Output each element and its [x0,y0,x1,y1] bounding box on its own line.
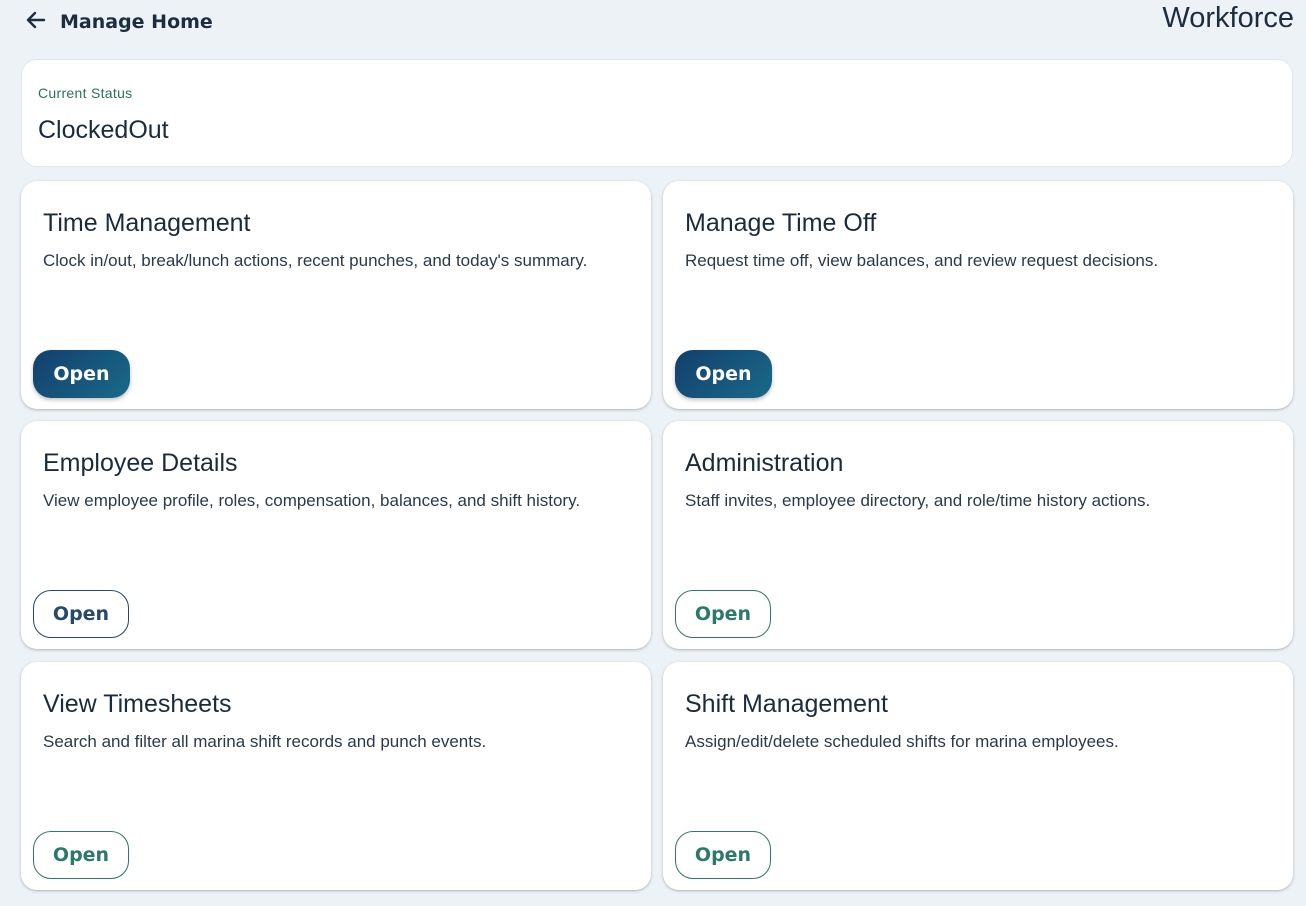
card-description: Staff invites, employee directory, and r… [685,491,1151,510]
back-label: Manage Home [60,11,213,33]
card-title: Time Management [43,209,251,237]
open-employee-details-button[interactable]: Open [33,590,129,638]
card-title: Administration [685,449,844,477]
card-shift-management: Shift Management Assign/edit/delete sche… [663,662,1293,890]
card-view-timesheets: View Timesheets Search and filter all ma… [21,662,651,890]
status-value: ClockedOut [38,116,169,144]
status-label: Current Status [38,85,133,101]
arrow-left-icon [24,8,48,37]
card-title: Employee Details [43,449,238,477]
card-description: Search and filter all marina shift recor… [43,732,487,751]
current-status-card: Current Status ClockedOut [21,59,1293,167]
back-button[interactable]: Manage Home [24,8,213,36]
card-description: Request time off, view balances, and rev… [685,251,1159,270]
top-bar: Manage Home Workforce [0,0,1306,46]
card-manage-time-off: Manage Time Off Request time off, view b… [663,181,1293,409]
card-description: Assign/edit/delete scheduled shifts for … [685,732,1119,751]
card-title: Manage Time Off [685,209,877,237]
card-description: Clock in/out, break/lunch actions, recen… [43,251,588,270]
card-title: View Timesheets [43,690,232,718]
open-view-timesheets-button[interactable]: Open [33,831,129,879]
open-manage-time-off-button[interactable]: Open [675,350,772,398]
card-administration: Administration Staff invites, employee d… [663,421,1293,649]
app-title: Workforce [1162,2,1294,34]
card-description: View employee profile, roles, compensati… [43,491,581,510]
card-employee-details: Employee Details View employee profile, … [21,421,651,649]
card-time-management: Time Management Clock in/out, break/lunc… [21,181,651,409]
open-administration-button[interactable]: Open [675,590,771,638]
open-shift-management-button[interactable]: Open [675,831,771,879]
open-time-management-button[interactable]: Open [33,350,130,398]
card-title: Shift Management [685,690,888,718]
